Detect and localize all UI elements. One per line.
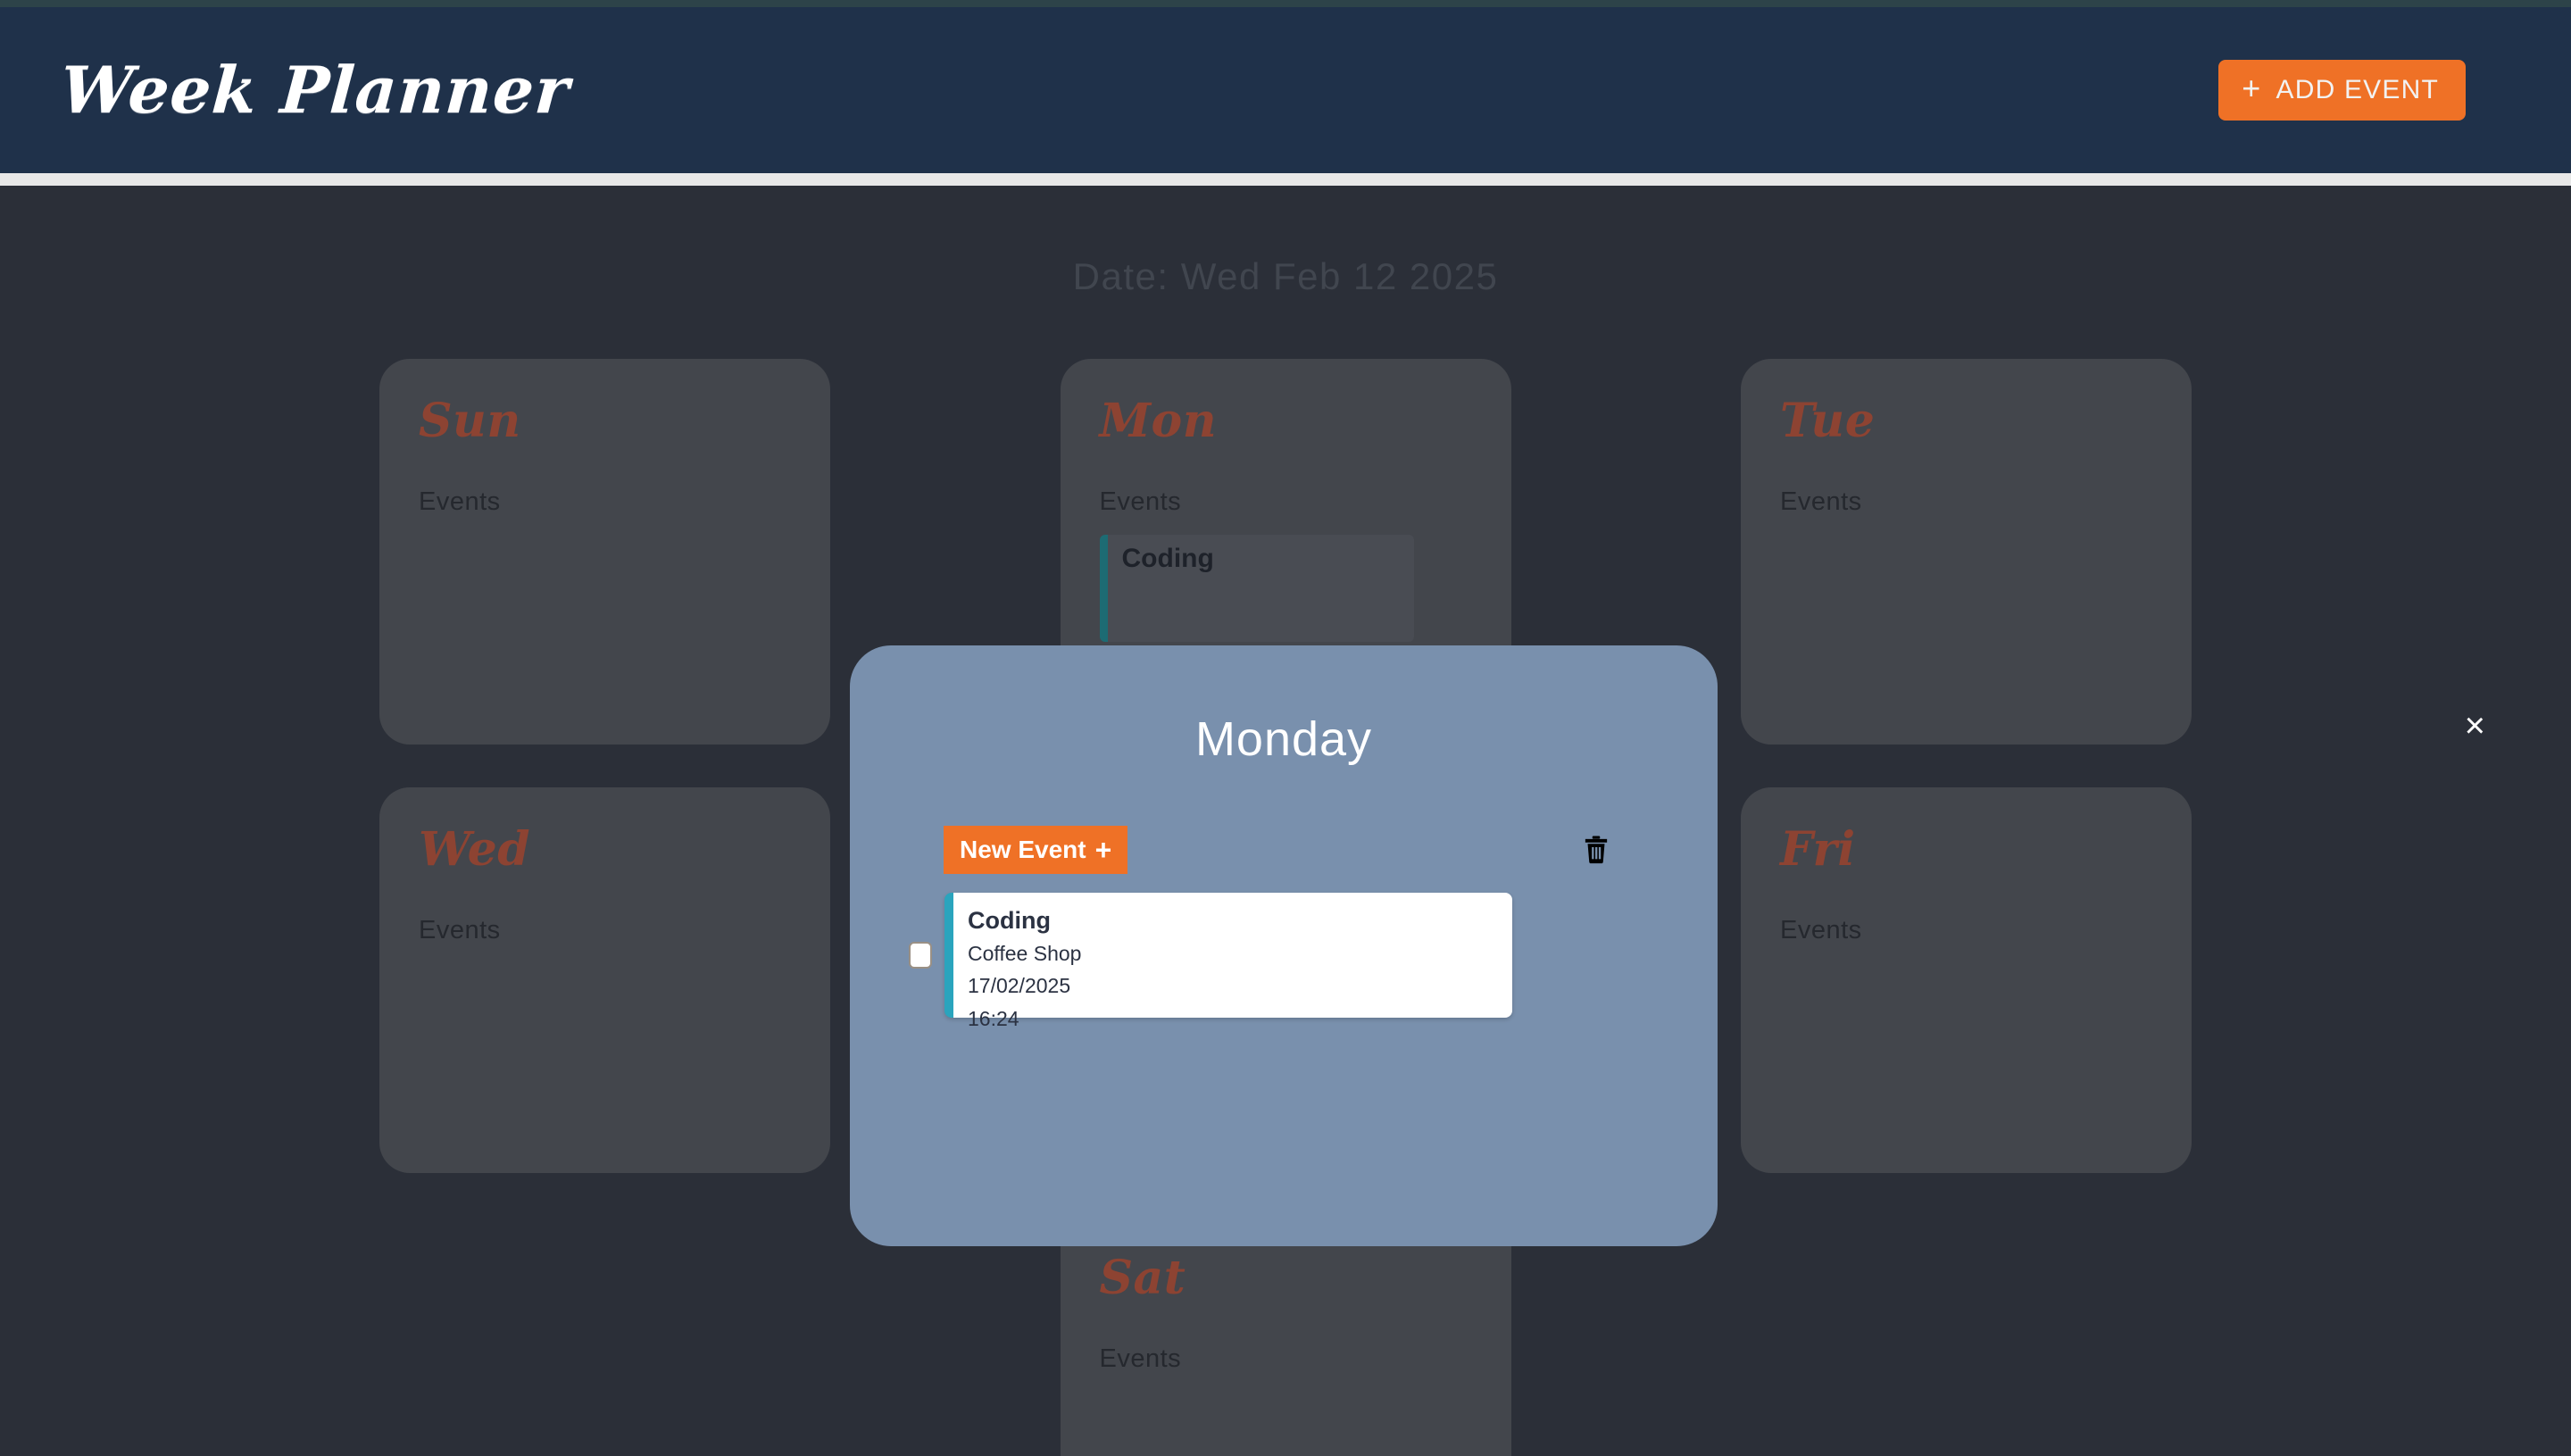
app-brand-title: Week Planner (58, 52, 573, 128)
grid-spacer (379, 1216, 830, 1456)
day-name-label: Sun (419, 394, 521, 448)
grid-spacer (1741, 1216, 2192, 1456)
day-name-label: Sat (1099, 1251, 1186, 1305)
app-header: Week Planner + ADD EVENT (0, 7, 2571, 173)
modal-title: Monday (1194, 712, 1373, 766)
events-label: Events (419, 916, 501, 944)
day-card-tue[interactable]: Tue Events (1741, 359, 2192, 745)
events-label: Events (1099, 1344, 1182, 1373)
current-date-text: Date: Wed Feb 12 2025 (1072, 255, 1499, 297)
new-event-label: New Event (960, 836, 1086, 863)
day-name-label: Mon (1099, 394, 1218, 448)
plus-icon: + (1094, 834, 1112, 866)
day-event-preview[interactable]: Coding (1099, 535, 1414, 642)
day-event-title: Coding (1121, 544, 1214, 573)
day-name-label: Wed (419, 822, 531, 877)
day-name-label: Fri (1780, 822, 1856, 877)
events-label: Events (1099, 487, 1182, 516)
events-label: Events (419, 487, 501, 516)
modal-toolbar: New Event + (944, 826, 1624, 874)
day-card-wed[interactable]: Wed Events (379, 787, 830, 1173)
header-divider (0, 173, 2571, 186)
events-label: Events (1780, 916, 1862, 944)
events-label: Events (1780, 487, 1862, 516)
new-event-button[interactable]: New Event + (944, 826, 1128, 874)
plus-icon: + (2242, 70, 2262, 106)
top-accent-strip (0, 0, 2571, 7)
day-card-sun[interactable]: Sun Events (379, 359, 830, 745)
day-name-label: Tue (1780, 394, 1876, 448)
add-event-label: ADD EVENT (2276, 75, 2439, 104)
trash-icon (1585, 836, 1608, 864)
delete-events-button[interactable] (1583, 835, 1610, 865)
day-detail-modal: Monday New Event + (850, 645, 1718, 1246)
day-card-fri[interactable]: Fri Events (1741, 787, 2192, 1173)
add-event-button[interactable]: + ADD EVENT (2218, 60, 2466, 121)
modal-close-button[interactable]: × (2465, 708, 2485, 744)
day-card-sat[interactable]: Sat Events (1060, 1216, 1511, 1456)
